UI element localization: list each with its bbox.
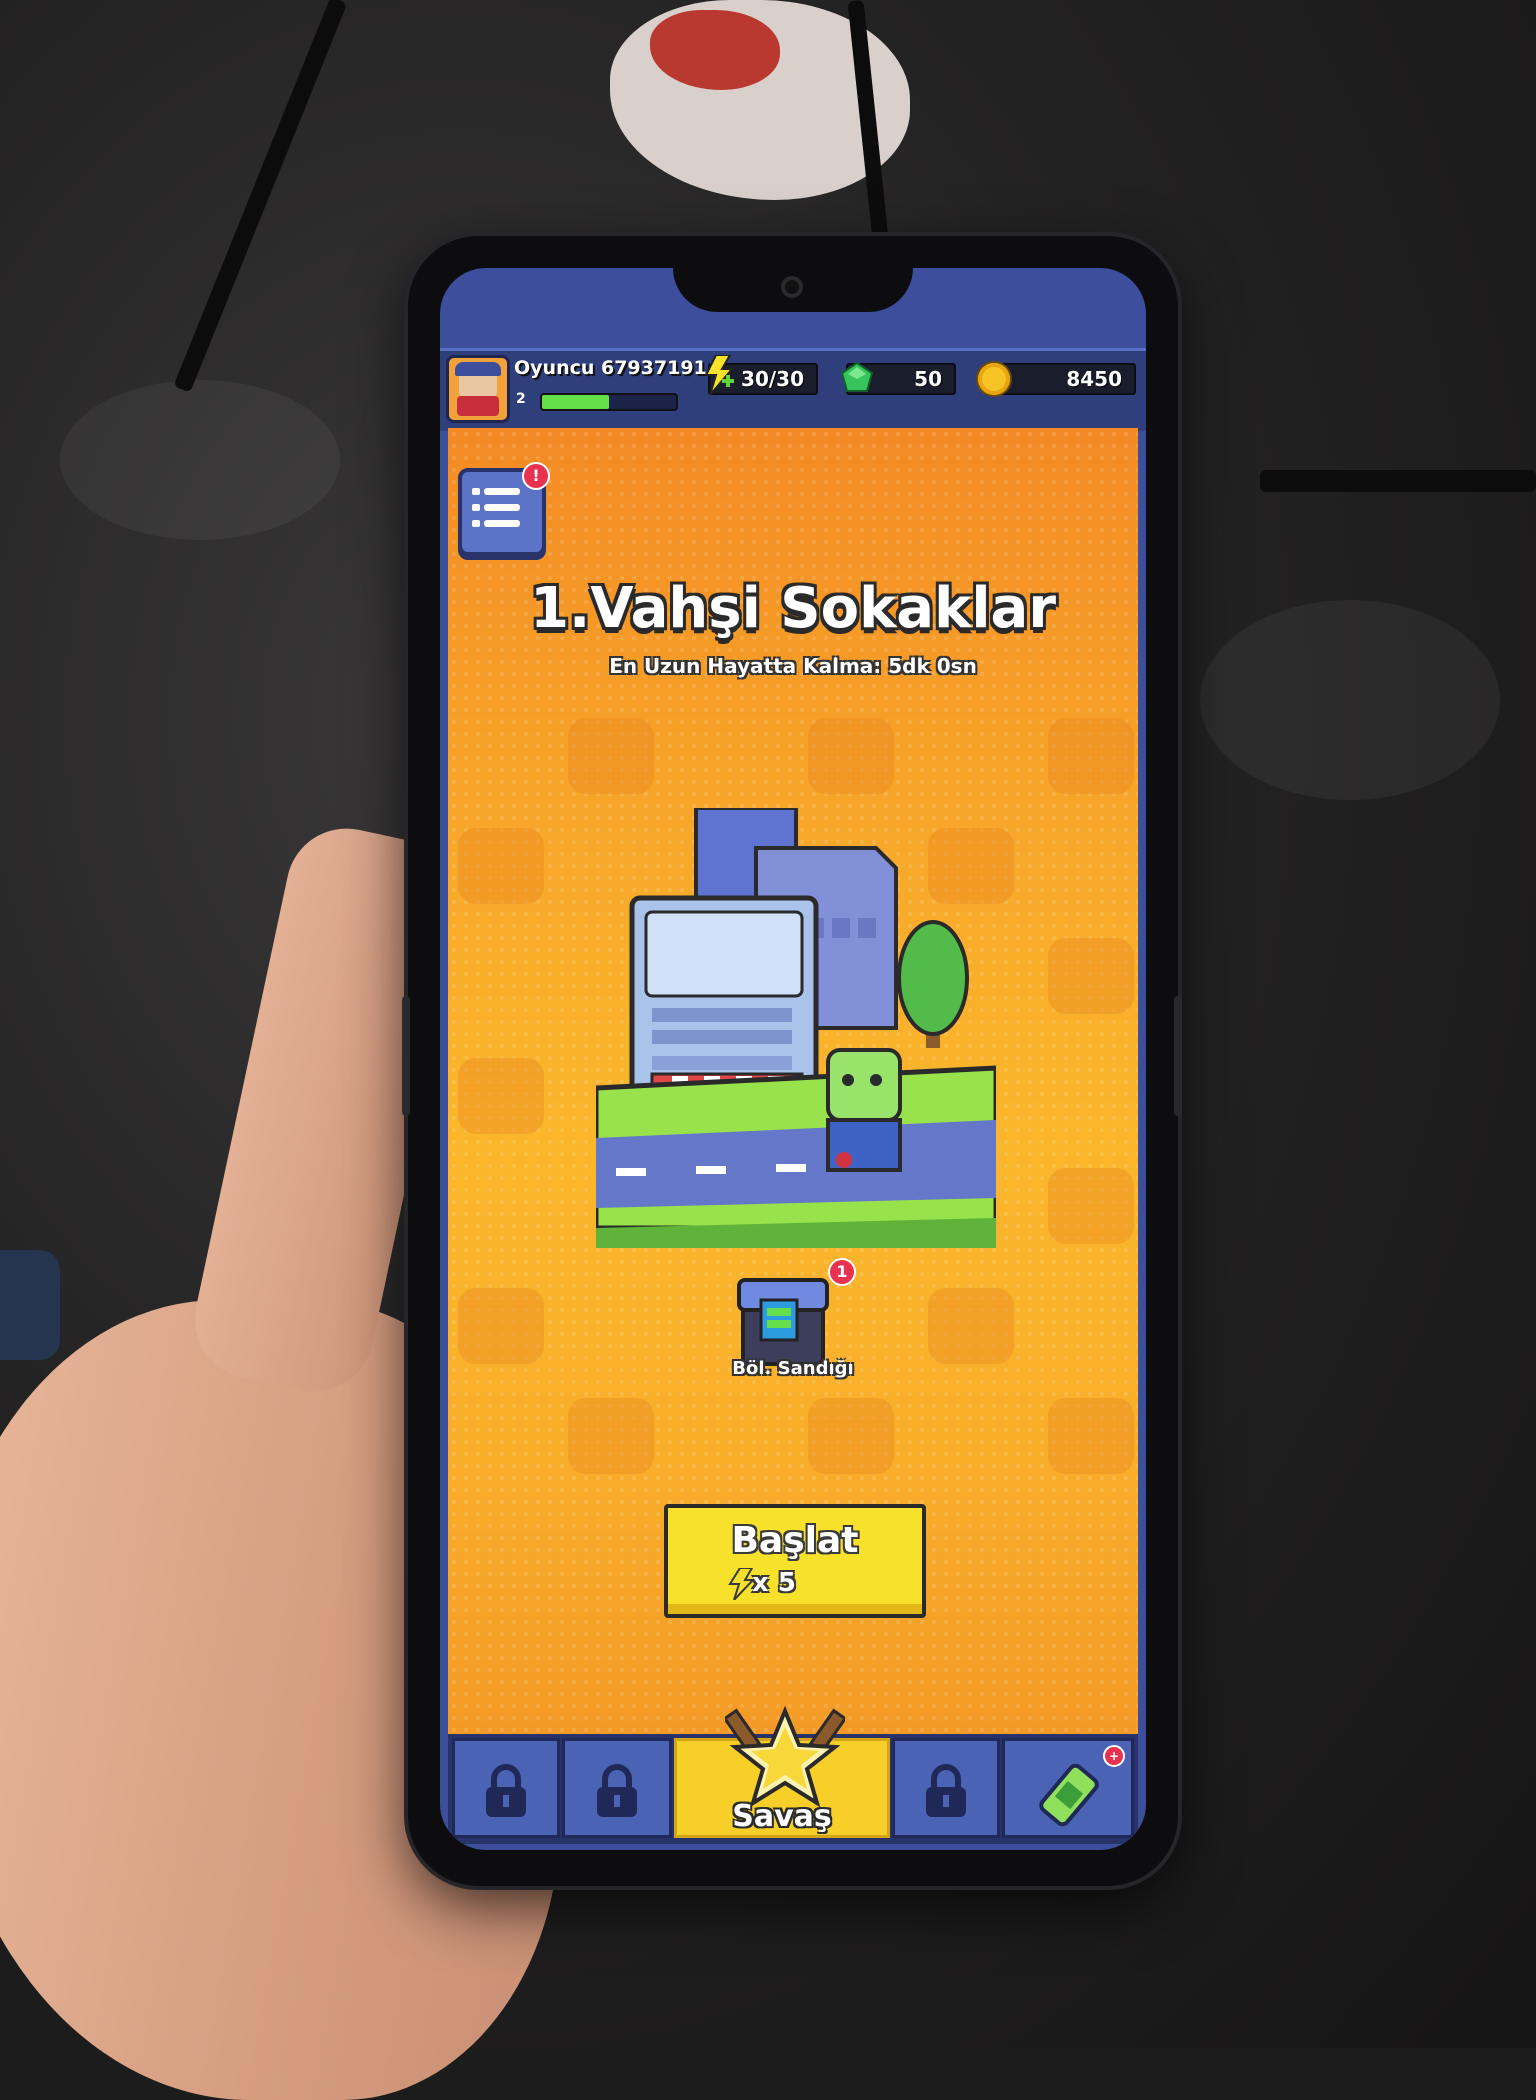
green-gem-icon [840, 361, 874, 392]
xp-bar-fill [542, 395, 609, 409]
background-pattern [458, 828, 544, 904]
background-pattern [568, 1398, 654, 1474]
phone: Oyuncu 67937191 2 30/30 50 8450 ! 1.Vahş… [402, 236, 1182, 1886]
battle-label: Savaş [732, 1799, 832, 1834]
chair-bar [1260, 470, 1536, 492]
start-label: Başlat [731, 1520, 859, 1561]
start-button[interactable]: Başlat x 5 [664, 1504, 926, 1618]
gold-coin-icon [978, 363, 1010, 395]
padlock-icon [597, 1764, 637, 1817]
start-cost: x 5 [752, 1568, 796, 1598]
padlock-icon [926, 1764, 966, 1817]
floor-highlight [1200, 600, 1500, 800]
background-pattern [1048, 1398, 1134, 1474]
bottom-nav: Savaş + [448, 1705, 1138, 1844]
crossed-swords-star-icon [725, 1705, 845, 1808]
gem-value: 50 [914, 367, 942, 391]
player-level: 2 [516, 391, 526, 407]
background-pattern [1048, 1168, 1134, 1244]
background-pattern [568, 718, 654, 794]
volume-button [1174, 996, 1182, 1116]
background-pattern [808, 1398, 894, 1474]
lightning-bolt-icon [704, 355, 734, 395]
padlock-icon [486, 1764, 526, 1817]
game-area: ! 1.Vahşi Sokaklar En Uzun Hayatta Kalma… [448, 428, 1138, 1734]
nav-tab-locked-1[interactable] [452, 1738, 560, 1838]
quest-menu-button[interactable]: ! [458, 462, 550, 556]
energy-value: 30/30 [741, 367, 804, 391]
chest-badge: 1 [828, 1258, 856, 1286]
nav-tab-locked-3[interactable] [892, 1738, 1000, 1838]
nav-tab-locked-2[interactable] [562, 1738, 672, 1838]
stage-illustration[interactable] [596, 808, 996, 1248]
stage-title: 1.Vahşi Sokaklar [530, 576, 1056, 641]
lightning-bolt-icon [728, 1568, 754, 1600]
background-pattern [808, 718, 894, 794]
background-pattern [458, 1058, 544, 1134]
coin-value: 8450 [1066, 367, 1122, 391]
longest-survival: En Uzun Hayatta Kalma: 5dk 0sn [609, 654, 977, 678]
player-name: Oyuncu 67937191 [514, 357, 707, 379]
energy-can-icon [1039, 1763, 1099, 1827]
background-jeans [0, 1250, 60, 1360]
xp-bar [540, 393, 678, 411]
notification-badge: ! [522, 462, 550, 490]
player-avatar[interactable] [446, 355, 510, 423]
background-pattern [928, 1288, 1014, 1364]
chest-label: Böl. Sandığı [732, 1358, 854, 1379]
background-pattern [458, 1288, 544, 1364]
background-pattern [1048, 718, 1134, 794]
power-button [402, 996, 410, 1116]
nav-tab-battle[interactable]: Savaş [674, 1705, 890, 1838]
nav-tab-shop[interactable]: + [1002, 1738, 1134, 1838]
background-pattern [1048, 938, 1134, 1014]
phone-screen: Oyuncu 67937191 2 30/30 50 8450 ! 1.Vahş… [440, 268, 1146, 1850]
front-camera [781, 276, 803, 298]
top-bar: Oyuncu 67937191 2 30/30 50 8450 [440, 348, 1146, 431]
floor-highlight [60, 380, 340, 540]
shop-badge: + [1103, 1745, 1125, 1767]
